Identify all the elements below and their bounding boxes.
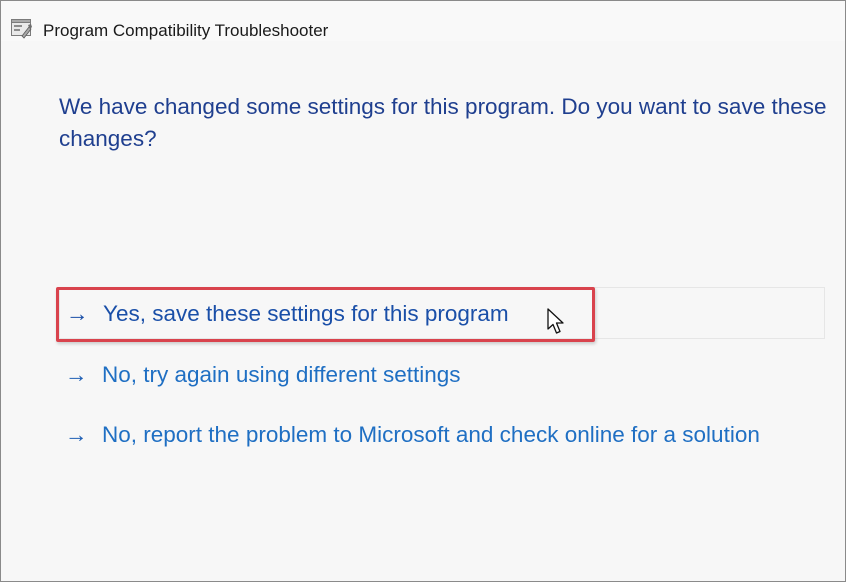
window-title: Program Compatibility Troubleshooter: [43, 21, 329, 40]
report-problem-label: No, report the problem to Microsoft and …: [102, 422, 760, 447]
title-bar: Program Compatibility Troubleshooter: [1, 1, 845, 41]
troubleshooter-window: Program Compatibility Troubleshooter We …: [0, 0, 846, 582]
try-again-label: No, try again using different settings: [102, 362, 461, 387]
save-settings-label: Yes, save these settings for this progra…: [103, 301, 509, 326]
question-heading: We have changed some settings for this p…: [59, 94, 827, 151]
try-again-option[interactable]: → No, try again using different settings: [59, 359, 825, 393]
mouse-pointer-icon: [547, 308, 567, 336]
right-arrow-icon: →: [65, 422, 88, 447]
right-arrow-icon: →: [66, 301, 89, 326]
report-problem-option[interactable]: → No, report the problem to Microsoft an…: [59, 419, 825, 485]
troubleshooter-app-icon: [11, 19, 33, 39]
right-arrow-icon: →: [65, 362, 88, 387]
save-settings-option[interactable]: → Yes, save these settings for this prog…: [59, 287, 825, 339]
